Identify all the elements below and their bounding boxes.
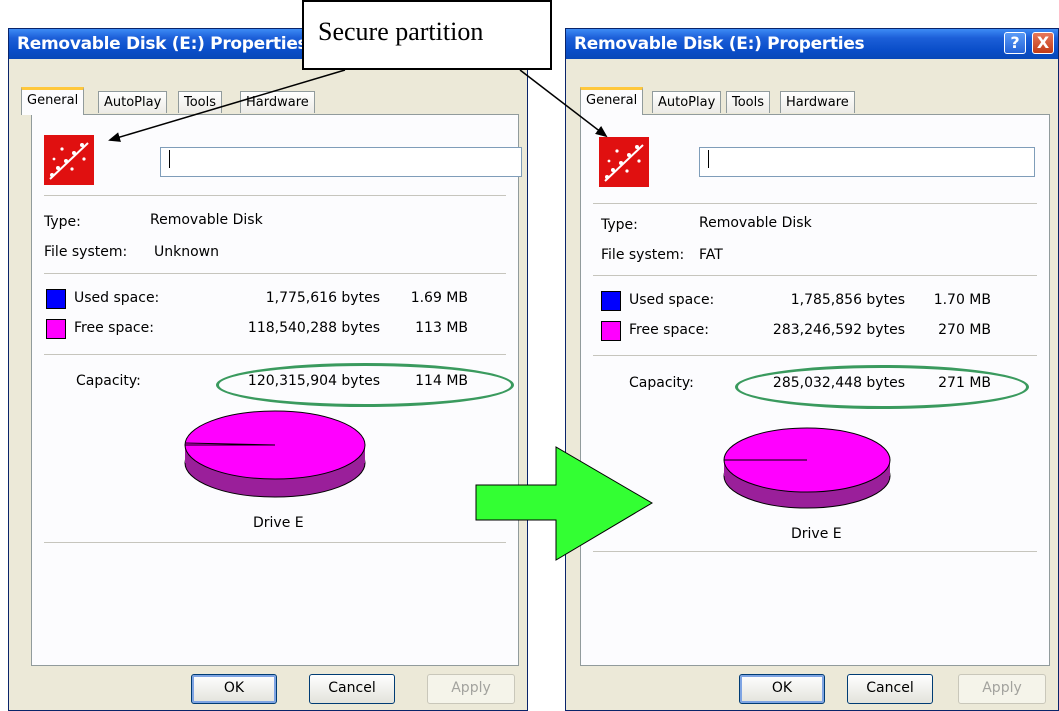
apply-button[interactable]: Apply (427, 674, 515, 704)
free-space-bytes: 118,540,288 bytes (247, 320, 380, 336)
used-space-swatch (601, 291, 621, 311)
volume-label-input[interactable] (699, 147, 1035, 177)
free-space-swatch (46, 319, 66, 339)
divider (593, 203, 1037, 204)
general-panel: Type: Removable Disk File system: Unknow… (31, 114, 522, 666)
tab-autoplay[interactable]: AutoPlay (98, 91, 168, 113)
used-space-mb: 1.69 MB (410, 290, 468, 306)
properties-dialog-left: Removable Disk (E:) Properties General A… (8, 28, 528, 711)
tab-hardware[interactable]: Hardware (240, 91, 315, 113)
text-caret (708, 150, 709, 168)
properties-dialog-right: Removable Disk (E:) Properties ? X Gener… (565, 28, 1059, 711)
tab-tools[interactable]: Tools (726, 91, 771, 113)
divider (593, 551, 1037, 552)
used-space-label: Used space: (74, 290, 160, 306)
used-space-label: Used space: (629, 292, 715, 308)
close-icon[interactable]: X (1032, 32, 1054, 54)
tab-general[interactable]: General (580, 87, 644, 115)
free-space-mb: 113 MB (415, 320, 468, 336)
volume-label-input[interactable] (160, 147, 522, 177)
text-caret (169, 150, 170, 168)
ok-button[interactable]: OK (191, 674, 277, 704)
free-space-mb: 270 MB (938, 322, 991, 338)
secure-partition-callout: Secure partition (302, 0, 552, 70)
cancel-button[interactable]: Cancel (847, 674, 933, 704)
divider (44, 273, 506, 274)
capacity-label: Capacity: (629, 375, 694, 391)
free-space-bytes: 283,246,592 bytes (772, 322, 905, 338)
ok-button[interactable]: OK (739, 674, 825, 704)
free-space-label: Free space: (629, 322, 709, 338)
removable-disk-icon (44, 135, 94, 185)
window-title: Removable Disk (E:) Properties (17, 34, 308, 54)
file-system-label: File system: (44, 244, 128, 260)
used-space-bytes: 1,785,856 bytes (790, 292, 905, 308)
file-system-value: Unknown (154, 244, 219, 260)
drive-label: Drive E (253, 515, 304, 531)
used-space-swatch (46, 289, 66, 309)
type-value: Removable Disk (699, 215, 812, 231)
free-space-swatch (601, 321, 621, 341)
tab-autoplay[interactable]: AutoPlay (652, 91, 722, 113)
file-system-label: File system: (601, 247, 685, 263)
free-space-label: Free space: (74, 320, 154, 336)
divider (44, 195, 506, 196)
divider (593, 275, 1037, 276)
tab-general[interactable]: General (21, 87, 85, 115)
tab-tools[interactable]: Tools (178, 91, 223, 113)
divider (44, 542, 506, 543)
cancel-button[interactable]: Cancel (309, 674, 395, 704)
apply-button[interactable]: Apply (958, 674, 1046, 704)
capacity-highlight-ellipse (216, 363, 514, 407)
help-icon[interactable]: ? (1004, 32, 1026, 54)
disk-usage-pie-chart (184, 410, 366, 498)
drive-label: Drive E (791, 526, 842, 542)
type-value: Removable Disk (150, 212, 263, 228)
type-label: Type: (601, 217, 638, 233)
divider (44, 354, 506, 355)
disk-usage-pie-chart (723, 427, 891, 509)
used-space-mb: 1.70 MB (933, 292, 991, 308)
type-label: Type: (44, 214, 81, 230)
file-system-value: FAT (699, 247, 723, 263)
removable-disk-icon (599, 137, 649, 187)
capacity-label: Capacity: (76, 373, 141, 389)
divider (593, 355, 1037, 356)
general-panel: Type: Removable Disk File system: FAT Us… (580, 114, 1050, 666)
capacity-highlight-ellipse (735, 365, 1029, 409)
window-title: Removable Disk (E:) Properties (574, 34, 865, 54)
tab-hardware[interactable]: Hardware (780, 91, 855, 113)
used-space-bytes: 1,775,616 bytes (265, 290, 380, 306)
title-bar[interactable]: Removable Disk (E:) Properties ? X (566, 29, 1058, 59)
